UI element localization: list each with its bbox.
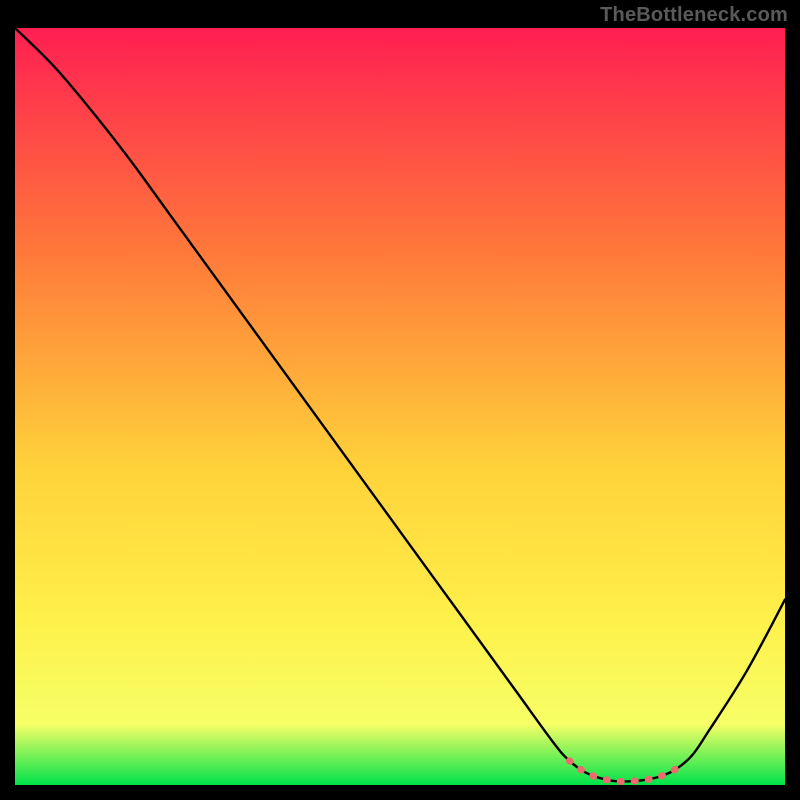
plot-area [15,28,785,785]
gradient-background [15,28,785,785]
chart-stage: TheBottleneck.com [0,0,800,800]
bottleneck-chart [15,28,785,785]
watermark-label: TheBottleneck.com [600,4,788,27]
